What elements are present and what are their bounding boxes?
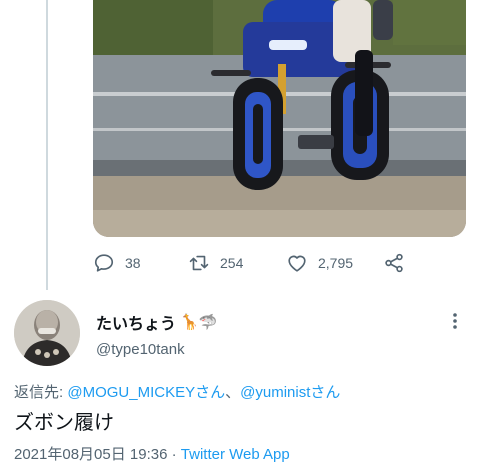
like-count: 2,795 bbox=[318, 255, 354, 271]
author-handle[interactable]: @type10tank bbox=[96, 341, 185, 358]
reply-icon bbox=[94, 254, 114, 272]
replying-to-label: 返信先: bbox=[14, 384, 68, 401]
share-button[interactable] bbox=[383, 250, 415, 276]
motorcycle-photo bbox=[93, 0, 466, 237]
reply-button[interactable]: 38 bbox=[93, 250, 141, 276]
thread-line bbox=[46, 0, 48, 290]
tweet-text: ズボン履け bbox=[14, 412, 114, 434]
tweet-timestamp[interactable]: 2021年08月05日 19:36 bbox=[14, 446, 167, 463]
more-icon bbox=[453, 313, 457, 329]
avatar[interactable] bbox=[14, 300, 80, 366]
tweet-media-image[interactable] bbox=[93, 0, 466, 237]
meta-separator: · bbox=[167, 446, 181, 463]
author-name[interactable]: たいちょう 🦒🦈 bbox=[96, 310, 217, 334]
retweet-count: 254 bbox=[220, 255, 244, 271]
like-button[interactable]: 2,795 bbox=[286, 250, 353, 276]
mention-link[interactable]: @MOGU_MICKEYさん bbox=[67, 384, 225, 401]
reply-count: 38 bbox=[125, 255, 141, 271]
retweet-button[interactable]: 254 bbox=[188, 250, 243, 276]
mention-separator: 、 bbox=[225, 384, 241, 401]
tweet-meta: 2021年08月05日 19:36 · Twitter Web App bbox=[14, 443, 290, 464]
tweet-actions: 38 254 2,795 bbox=[93, 250, 423, 276]
replying-to: 返信先: @MOGU_MICKEYさん、@yuministさん bbox=[14, 381, 340, 402]
share-icon bbox=[385, 253, 403, 273]
tweet-source[interactable]: Twitter Web App bbox=[181, 446, 290, 463]
author-name-text: たいちょう bbox=[96, 316, 177, 333]
retweet-icon bbox=[189, 255, 209, 271]
more-options-button[interactable] bbox=[446, 310, 464, 332]
mention-link[interactable]: @yuministさん bbox=[240, 384, 340, 401]
heart-icon bbox=[288, 255, 306, 272]
avatar-portrait bbox=[14, 300, 80, 366]
author-name-emoji: 🦒🦈 bbox=[180, 314, 218, 331]
